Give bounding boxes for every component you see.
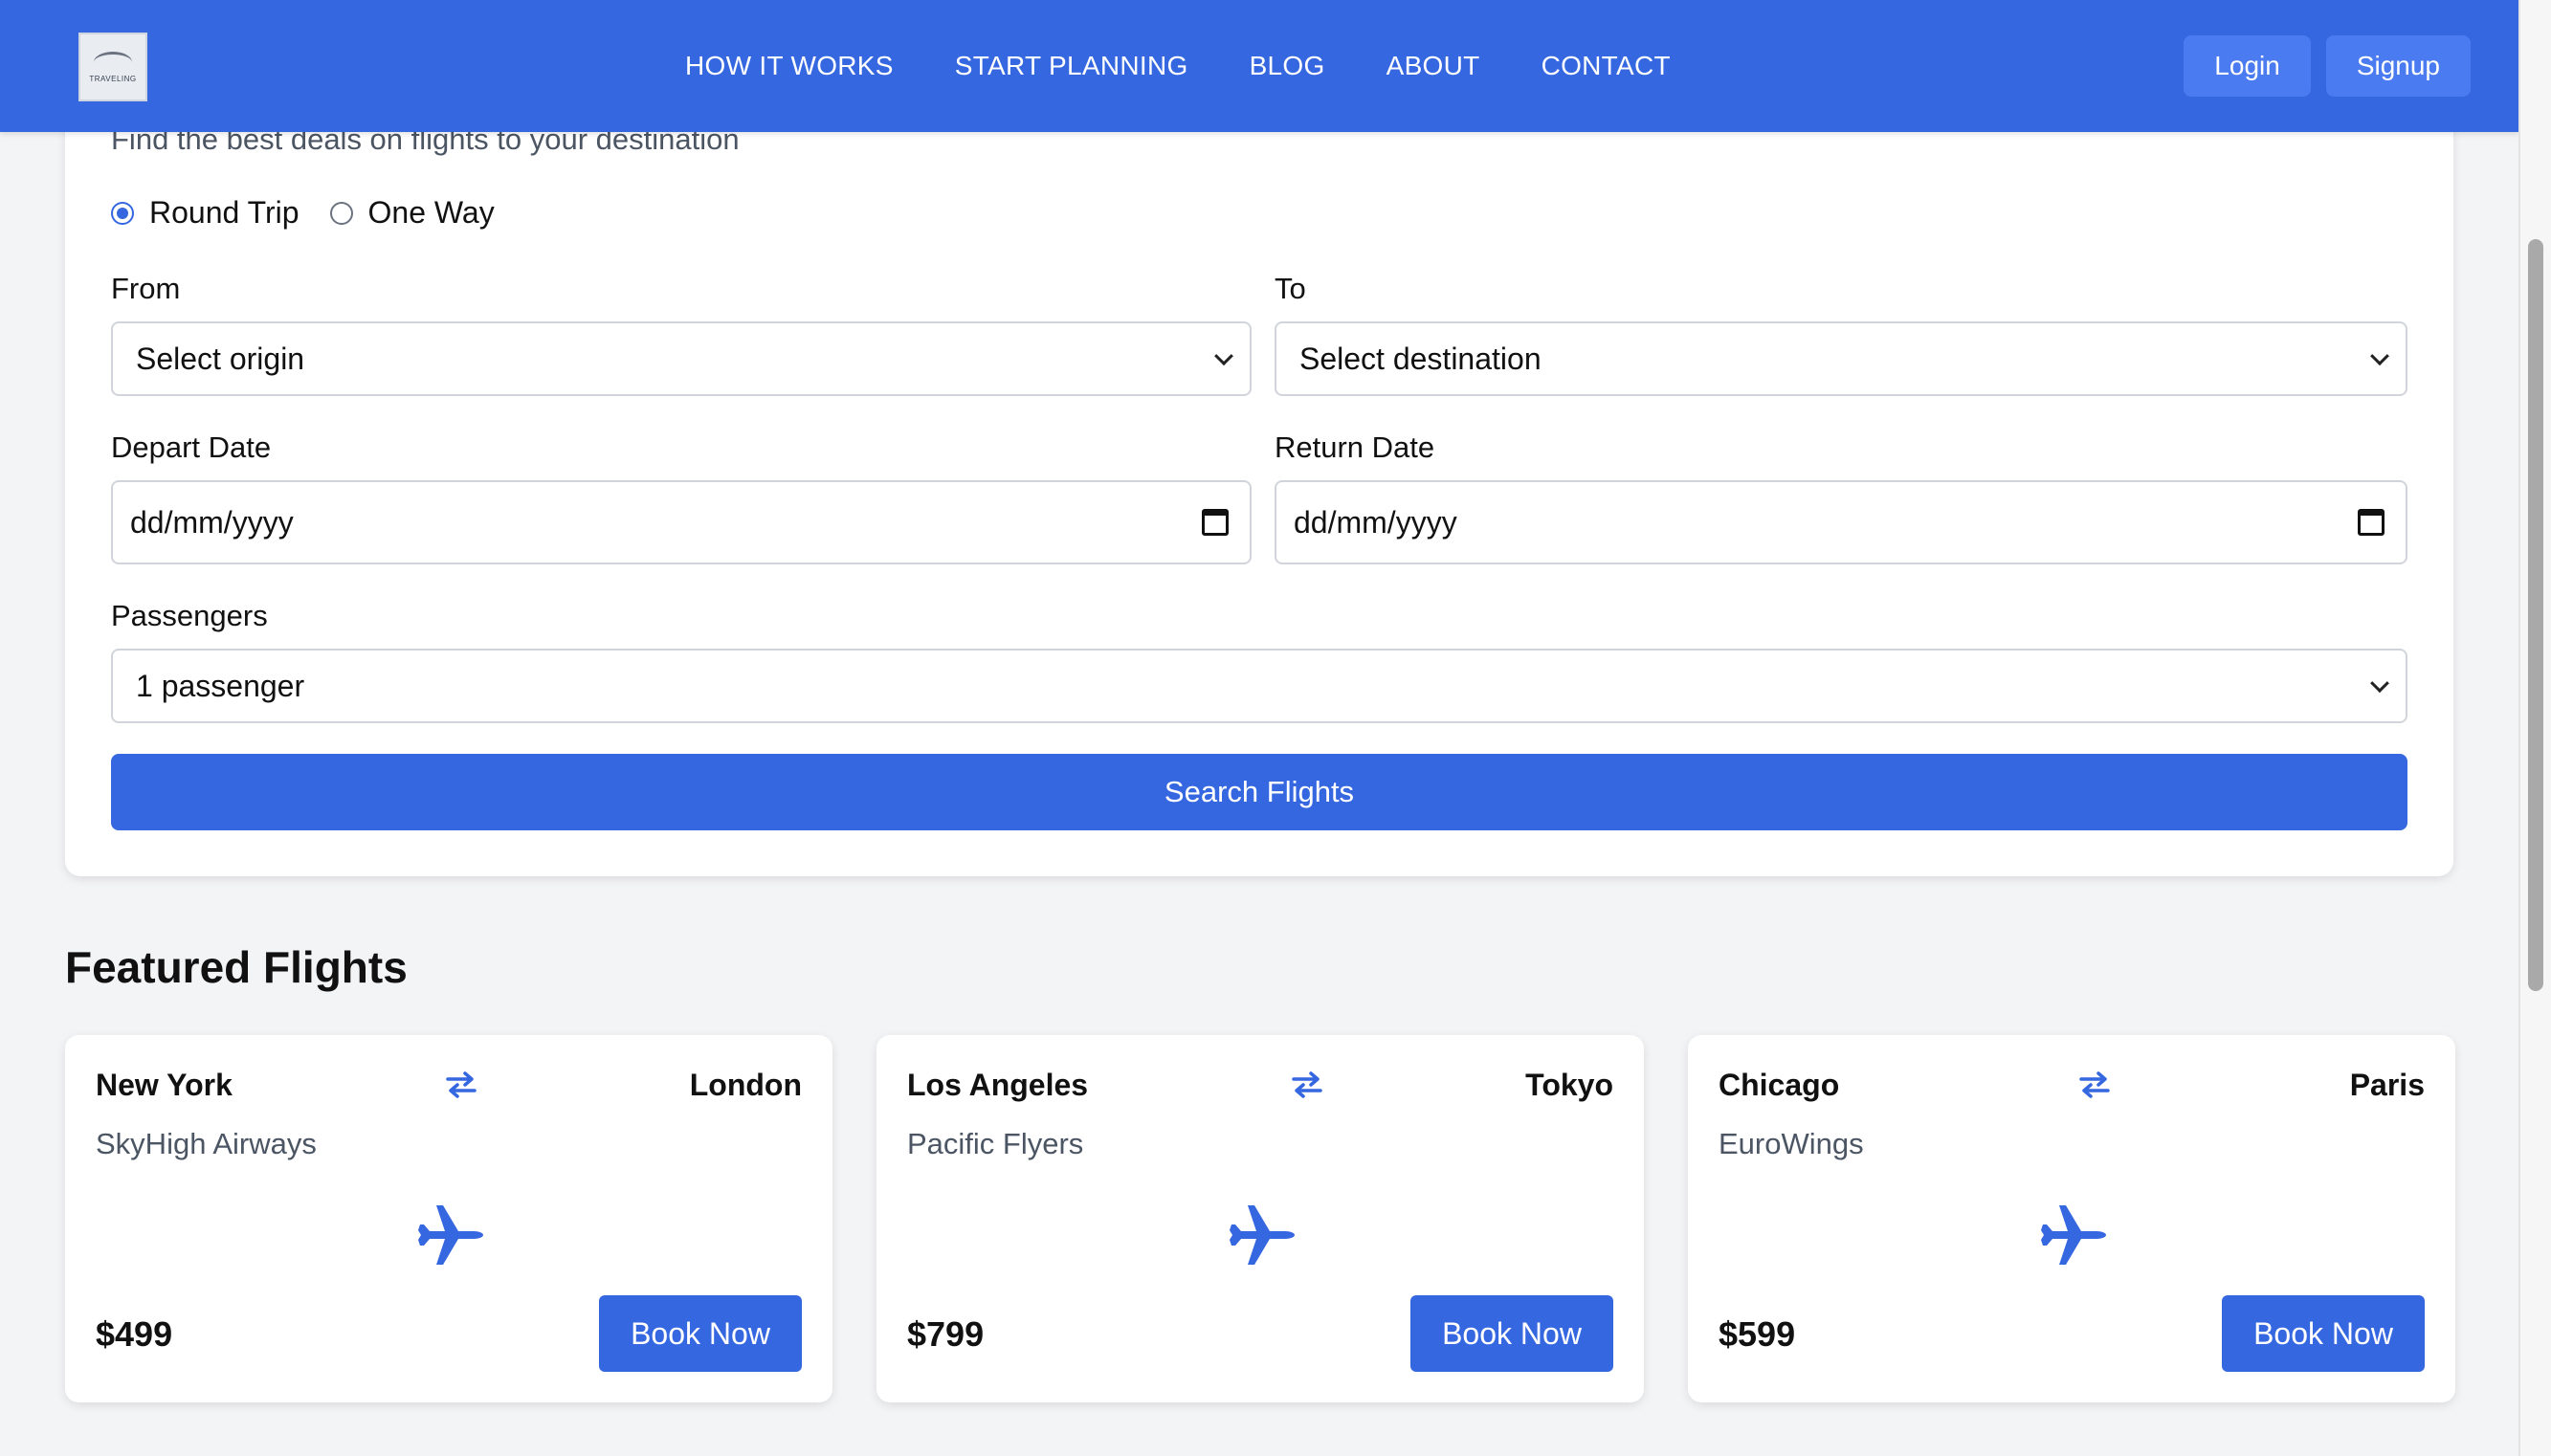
round-trip-label: Round Trip xyxy=(149,195,299,230)
flight-route: Chicago Paris xyxy=(1719,1064,2425,1106)
logo-text: TRAVELING xyxy=(89,74,137,83)
route-origin: Los Angeles xyxy=(907,1067,1089,1102)
calendar-icon[interactable] xyxy=(1202,509,1229,536)
nav-link-how-it-works[interactable]: HOW IT WORKS xyxy=(685,51,894,81)
route-destination: London xyxy=(689,1067,802,1102)
route-destination: Paris xyxy=(2349,1067,2425,1102)
nav-link-blog[interactable]: BLOG xyxy=(1250,51,1325,81)
route-destination: Tokyo xyxy=(1525,1067,1613,1102)
round-trip-radio[interactable]: Round Trip xyxy=(111,195,299,231)
flight-card: Chicago Paris EuroWings $599 Book Now xyxy=(1688,1035,2455,1402)
flight-card: Los Angeles Tokyo Pacific Flyers $799 Bo… xyxy=(876,1035,1644,1402)
book-now-button[interactable]: Book Now xyxy=(599,1295,802,1372)
plane-icon xyxy=(1230,1205,1295,1265)
flight-search-card: Find the best deals on flights to your d… xyxy=(65,38,2453,876)
from-label: From xyxy=(111,272,181,305)
airline-name: Pacific Flyers xyxy=(907,1127,1084,1160)
nav-link-contact[interactable]: CONTACT xyxy=(1542,51,1671,81)
flight-route: Los Angeles Tokyo xyxy=(907,1064,1613,1106)
plane-icon xyxy=(2041,1205,2106,1265)
depart-date-label: Depart Date xyxy=(111,430,272,464)
to-label: To xyxy=(1275,272,1306,305)
one-way-radio-indicator[interactable] xyxy=(329,201,353,225)
airline-name: EuroWings xyxy=(1719,1127,1864,1160)
login-button[interactable]: Login xyxy=(2184,35,2311,97)
search-flights-button[interactable]: Search Flights xyxy=(111,754,2407,830)
calendar-icon[interactable] xyxy=(2358,509,2385,536)
plane-icon xyxy=(418,1205,483,1265)
passengers-select[interactable]: 1 passenger xyxy=(111,649,2407,723)
airline-name: SkyHigh Airways xyxy=(96,1127,317,1160)
signup-button[interactable]: Signup xyxy=(2325,35,2471,97)
return-date-input[interactable]: dd/mm/yyyy xyxy=(1275,480,2407,564)
chevron-down-icon xyxy=(2370,346,2389,366)
page-scrollbar[interactable] xyxy=(2518,0,2551,1456)
trip-type-group: Round Trip One Way xyxy=(111,195,525,231)
flight-card: New York London SkyHigh Airways $499 Boo… xyxy=(65,1035,832,1402)
scrollbar-thumb[interactable] xyxy=(2528,239,2543,991)
chevron-down-icon xyxy=(2370,673,2389,694)
page: Find the best deals on flights to your d… xyxy=(0,0,2518,1456)
swap-arrows-icon xyxy=(2079,1071,2110,1098)
passengers-select-value: 1 passenger xyxy=(136,668,305,703)
depart-date-input[interactable]: dd/mm/yyyy xyxy=(111,480,1252,564)
nav-link-start-planning[interactable]: START PLANNING xyxy=(955,51,1188,81)
chevron-down-icon xyxy=(1214,346,1233,366)
one-way-radio[interactable]: One Way xyxy=(329,195,495,231)
one-way-label: One Way xyxy=(367,195,495,230)
swap-arrows-icon xyxy=(446,1071,477,1098)
depart-date-value: dd/mm/yyyy xyxy=(130,504,294,540)
route-origin: Chicago xyxy=(1719,1067,1840,1102)
destination-select-value: Select destination xyxy=(1299,341,1542,376)
destination-select[interactable]: Select destination xyxy=(1275,321,2407,396)
return-date-label: Return Date xyxy=(1275,430,1435,464)
origin-select[interactable]: Select origin xyxy=(111,321,1252,396)
round-trip-radio-indicator[interactable] xyxy=(111,201,134,225)
swap-arrows-icon xyxy=(1291,1071,1322,1098)
flight-price: $499 xyxy=(96,1314,173,1354)
book-now-button[interactable]: Book Now xyxy=(1410,1295,1613,1372)
flight-route: New York London xyxy=(96,1064,802,1106)
logo-emblem-icon xyxy=(94,51,132,73)
nav-link-about[interactable]: ABOUT xyxy=(1386,51,1480,81)
nav-links: HOW IT WORKS START PLANNING BLOG ABOUT C… xyxy=(685,0,1671,132)
top-navbar: TRAVELING HOW IT WORKS START PLANNING BL… xyxy=(0,0,2518,132)
auth-buttons: Login Signup xyxy=(2184,35,2471,97)
return-date-value: dd/mm/yyyy xyxy=(1294,504,1457,540)
flight-price: $799 xyxy=(907,1314,985,1354)
featured-flights-title: Featured Flights xyxy=(65,942,408,992)
route-origin: New York xyxy=(96,1067,233,1102)
passengers-label: Passengers xyxy=(111,599,268,632)
site-logo[interactable]: TRAVELING xyxy=(78,33,147,101)
book-now-button[interactable]: Book Now xyxy=(2222,1295,2425,1372)
flight-price: $599 xyxy=(1719,1314,1796,1354)
origin-select-value: Select origin xyxy=(136,341,305,376)
